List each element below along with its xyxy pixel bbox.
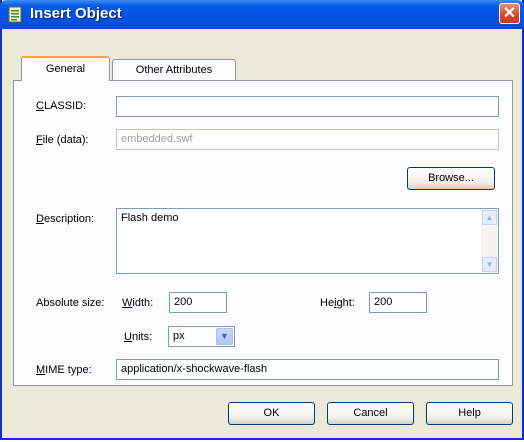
close-icon: ✕ (502, 5, 517, 22)
cancel-button[interactable]: Cancel (327, 402, 414, 425)
chevron-down-icon[interactable]: ▼ (216, 328, 233, 345)
file-input[interactable]: embedded.swf (116, 129, 499, 150)
height-input[interactable]: 200 (369, 292, 427, 313)
absolute-size-label: Absolute size: (36, 297, 105, 309)
classid-input[interactable] (116, 96, 499, 117)
tab-other-attributes[interactable]: Other Attributes (112, 59, 236, 81)
mime-type-label: MIME type: (36, 364, 92, 376)
description-scrollbar[interactable]: ▲ ▼ (481, 209, 498, 273)
tab-general[interactable]: General (21, 56, 110, 81)
ok-button[interactable]: OK (228, 402, 315, 425)
description-text: Flash demo (121, 212, 179, 224)
file-label: File (data): (36, 134, 89, 146)
document-icon (8, 6, 22, 23)
dialog-title: Insert Object (30, 5, 122, 22)
browse-button[interactable]: Browse... (407, 167, 495, 190)
scroll-up-icon[interactable]: ▲ (482, 210, 497, 225)
insert-object-dialog: Insert Object ✕ General Other Attributes… (0, 0, 524, 440)
help-button[interactable]: Help (426, 402, 513, 425)
close-button[interactable]: ✕ (499, 3, 520, 24)
tab-other-attributes-label: Other Attributes (135, 64, 213, 76)
scroll-down-icon[interactable]: ▼ (482, 257, 497, 272)
units-value: px (173, 330, 185, 342)
width-input[interactable]: 200 (169, 292, 227, 313)
mime-type-input[interactable]: application/x-shockwave-flash (116, 359, 499, 380)
units-label: Units: (124, 331, 153, 343)
tab-general-label: General (45, 63, 86, 75)
description-textarea[interactable]: Flash demo ▲ ▼ (116, 208, 499, 274)
classid-label: CLASSID: (36, 100, 87, 112)
height-label: Height: (320, 297, 355, 309)
units-select[interactable]: px ▼ (168, 326, 235, 347)
description-label: Description: (36, 213, 95, 225)
title-bar[interactable]: Insert Object ✕ (0, 0, 524, 29)
width-label: Width: (122, 297, 154, 309)
